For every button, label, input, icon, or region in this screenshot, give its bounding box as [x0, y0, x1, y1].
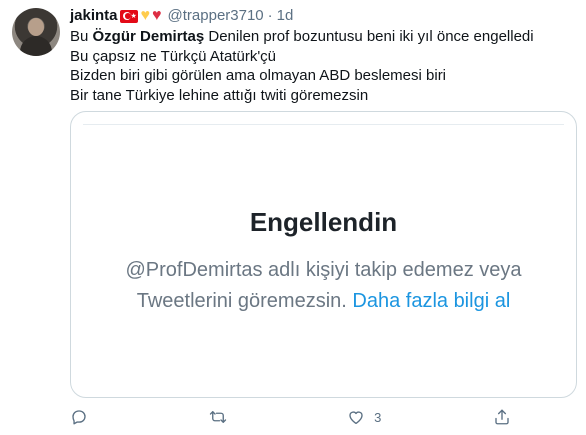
tweet-content: jakinta ★ ♥ ♥ @trapper3710 · 1d Bu Özgür…	[70, 6, 574, 105]
separator-dot: ·	[267, 7, 273, 24]
blocked-screenshot: Engellendin @ProfDemirtas adlı kişiyi ta…	[83, 124, 564, 385]
tweet-text: Bu Özgür Demirtaş Denilen prof bozuntusu…	[70, 27, 574, 105]
attached-image[interactable]: Engellendin @ProfDemirtas adlı kişiyi ta…	[70, 111, 577, 398]
tweet-line-4: Bir tane Türkiye lehine attığı twiti gör…	[70, 86, 369, 104]
tweet-actions: 3	[70, 406, 520, 428]
tweet[interactable]: jakinta ★ ♥ ♥ @trapper3710 · 1d Bu Özgür…	[0, 0, 586, 435]
tweet-line-1-prefix: Bu	[70, 28, 93, 45]
avatar[interactable]	[12, 8, 60, 56]
blocked-description-line-1: @ProfDemirtas adlı kişiyi takip edemez v…	[125, 259, 522, 281]
yellow-heart-icon: ♥	[140, 7, 151, 24]
red-heart-icon: ♥	[152, 7, 162, 24]
like-icon	[349, 411, 363, 425]
blocked-description-text: Tweetlerini göremezsin.	[136, 290, 353, 312]
reply-button[interactable]	[70, 406, 97, 428]
name-emojis: ★ ♥ ♥	[119, 7, 164, 24]
blocked-description: @ProfDemirtas adlı kişiyi takip edemez v…	[83, 255, 564, 317]
tweet-line-1: Bu Özgür Demirtaş Denilen prof bozuntusu…	[70, 27, 574, 47]
avatar-body	[20, 36, 52, 56]
mentioned-name: Özgür Demirtaş	[92, 28, 205, 45]
reply-icon	[72, 410, 86, 425]
tweet-line-2: Bu çapsız ne Türkçü Atatürk'çü	[70, 47, 277, 65]
tweet-header: jakinta ★ ♥ ♥ @trapper3710 · 1d	[70, 6, 574, 26]
learn-more-link: Daha fazla bilgi al	[352, 290, 511, 312]
share-icon	[495, 409, 509, 425]
tweet-line-1-suffix: Denilen prof bozuntusu beni iki yıl önce…	[204, 28, 534, 45]
turkey-flag-icon: ★	[119, 9, 138, 23]
like-button[interactable]: 3	[347, 406, 381, 428]
blocked-title: Engellendin	[249, 207, 398, 237]
avatar-face	[28, 18, 44, 36]
like-count: 3	[374, 409, 382, 425]
user-handle[interactable]: @trapper3710	[168, 6, 264, 26]
display-name[interactable]: jakinta	[70, 6, 118, 26]
tweet-line-3: Bizden biri gibi görülen ama olmayan ABD…	[70, 67, 447, 84]
retweet-icon	[209, 411, 226, 423]
timestamp[interactable]: 1d	[277, 6, 294, 26]
blocked-description-line-2: Tweetlerini göremezsin. Daha fazla bilgi…	[83, 286, 564, 317]
retweet-button[interactable]	[209, 406, 236, 428]
share-button[interactable]	[493, 406, 520, 428]
